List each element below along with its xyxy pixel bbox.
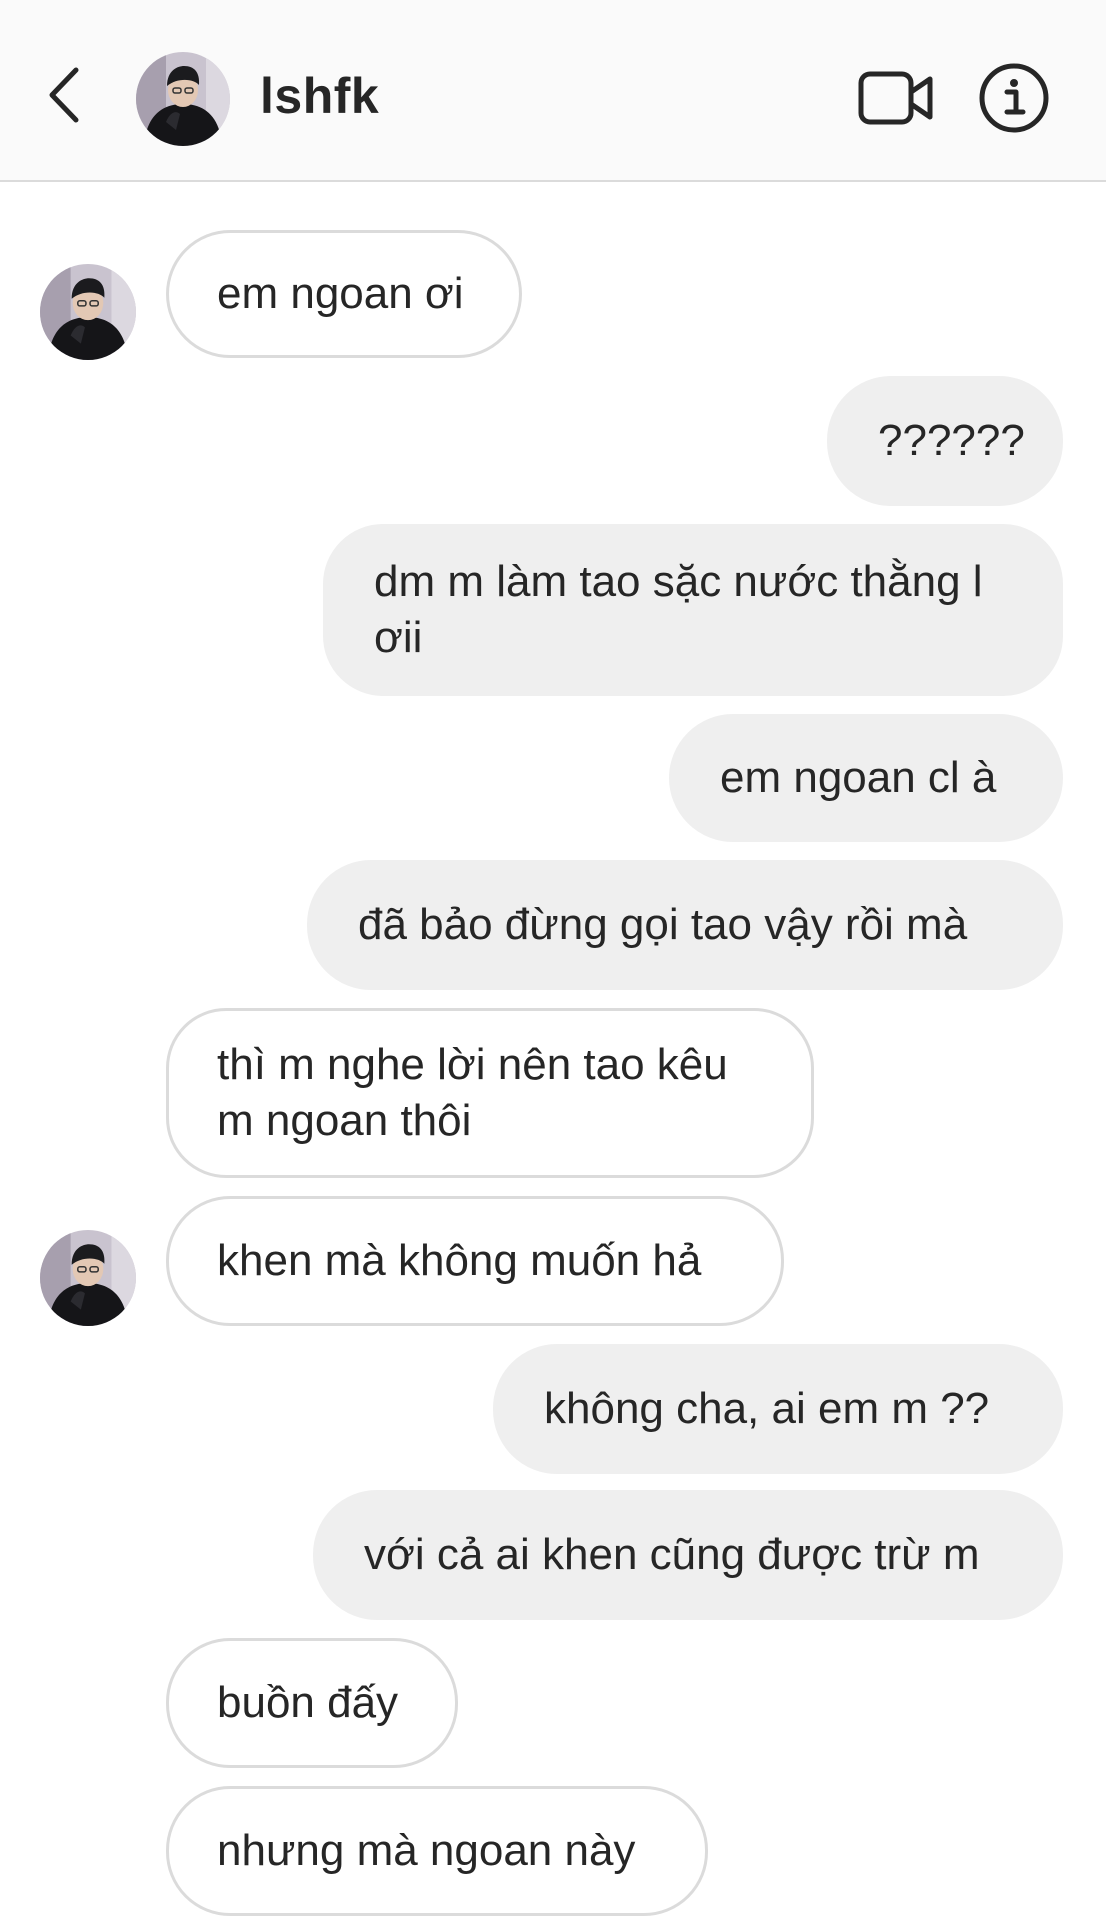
chat-username[interactable]: lshfk (260, 66, 379, 126)
message-text: em ngoan cl à (720, 753, 997, 802)
message-text: em ngoan ơi (217, 269, 464, 318)
message-bubble-outgoing[interactable]: dm m làm tao sặc nước thằng l ơii (323, 524, 1063, 696)
sender-avatar[interactable] (40, 1230, 136, 1326)
message-text: buồn đấy (217, 1678, 399, 1727)
message-text: khen mà không muốn hả (217, 1236, 702, 1285)
message-bubble-outgoing[interactable]: không cha, ai em m ?? (493, 1344, 1063, 1474)
message-bubble-outgoing[interactable]: với cả ai khen cũng được trừ m (313, 1490, 1063, 1620)
message-text: nhưng mà ngoan này (217, 1826, 636, 1875)
message-bubble-incoming[interactable]: khen mà không muốn hả (166, 1196, 784, 1326)
avatar[interactable] (136, 52, 230, 146)
message-text: không cha, ai em m ?? (544, 1384, 990, 1433)
video-camera-icon (858, 71, 933, 125)
message-text: ?????? (878, 416, 1025, 465)
message-bubble-incoming[interactable]: em ngoan ơi (166, 230, 522, 358)
message-bubble-outgoing[interactable]: ?????? (827, 376, 1063, 506)
info-circle-icon (979, 63, 1049, 133)
message-text: với cả ai khen cũng được trừ m (364, 1530, 980, 1579)
message-bubble-incoming[interactable]: buồn đấy (166, 1638, 458, 1768)
message-bubble-outgoing[interactable]: em ngoan cl à (669, 714, 1063, 842)
chat-header: lshfk (0, 0, 1106, 182)
sender-avatar[interactable] (40, 264, 136, 360)
message-bubble-incoming[interactable]: thì m nghe lời nên tao kêu m ngoan thôi (166, 1008, 814, 1178)
message-bubble-incoming[interactable]: nhưng mà ngoan này (166, 1786, 708, 1916)
info-button[interactable] (978, 62, 1050, 134)
message-text: đã bảo đừng gọi tao vậy rồi mà (358, 900, 968, 949)
chevron-left-icon (49, 67, 79, 123)
back-button[interactable] (40, 60, 90, 130)
message-text: thì m nghe lời nên tao kêu m ngoan thôi (217, 1040, 740, 1145)
message-bubble-outgoing[interactable]: đã bảo đừng gọi tao vậy rồi mà (307, 860, 1063, 990)
message-text: dm m làm tao sặc nước thằng l ơii (374, 557, 995, 662)
video-call-button[interactable] (858, 66, 934, 130)
